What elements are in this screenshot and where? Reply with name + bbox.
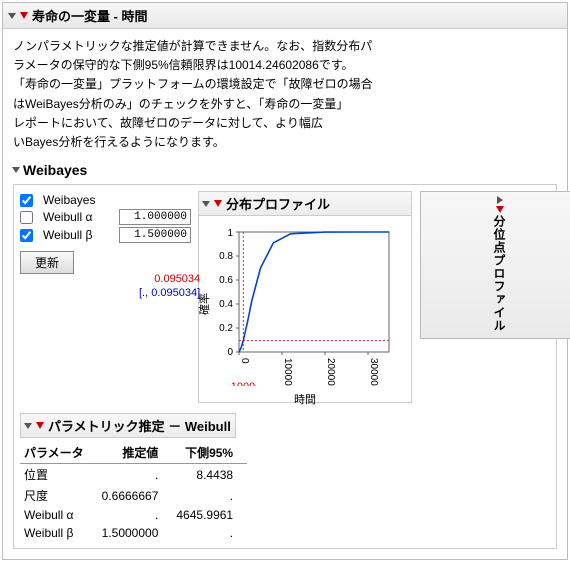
svg-text:1: 1 <box>227 228 233 239</box>
tab-quantile-profile[interactable]: 分位点プロファイル <box>420 191 570 339</box>
disclosure-icon[interactable] <box>12 167 20 173</box>
param-title: パラメトリック推定 － Weibull <box>48 416 231 435</box>
alpha-label: Weibull α <box>43 210 113 224</box>
alpha-input[interactable] <box>119 209 191 225</box>
menu-icon[interactable] <box>214 200 222 207</box>
note-block: ノンパラメトリックな推定値が計算できません。なお、指数分布パ ラメータの保守的な… <box>13 37 557 152</box>
y-axis-label: 確率 <box>196 293 212 315</box>
note-line: ノンパラメトリックな推定値が計算できません。なお、指数分布パ <box>13 37 557 56</box>
svg-text:0: 0 <box>227 347 233 358</box>
beta-checkbox[interactable] <box>20 229 33 242</box>
weibayes-block: Weibayes Weibull α Weibull β 更新 <box>13 184 557 549</box>
cdf-chart: 確率 <box>205 226 405 396</box>
chevron-right-icon <box>497 196 503 204</box>
table-row: Weibull β 1.5000000 . <box>20 524 247 542</box>
disclosure-icon[interactable] <box>8 13 16 19</box>
svg-text:30000: 30000 <box>368 358 379 386</box>
weibayes-checkbox-label: Weibayes <box>43 193 113 207</box>
alpha-checkbox[interactable] <box>20 211 33 224</box>
parametric-estimate-block: パラメトリック推定 － Weibull パラメータ 推定値 下側95% 位置 . <box>20 413 550 542</box>
menu-icon <box>496 206 504 213</box>
note-line: ラメータの保守的な下側95%信頼限界は10014.24602086です。 <box>13 56 557 75</box>
distribution-profile-panel: 分布プロファイル 0.095034 [., 0.095034] 確率 <box>198 191 412 403</box>
weibayes-section-header: Weibayes <box>13 162 557 178</box>
svg-text:1000: 1000 <box>231 381 255 386</box>
beta-input[interactable] <box>119 227 191 243</box>
disclosure-icon[interactable] <box>24 423 32 429</box>
svg-text:10000: 10000 <box>282 358 293 386</box>
profile-tabs: 分位点プロファイル ハザードプロファイル 密度プロファイル <box>420 191 570 352</box>
svg-text:0: 0 <box>239 358 250 364</box>
menu-icon[interactable] <box>36 422 44 429</box>
svg-text:20000: 20000 <box>325 358 336 386</box>
col-est: 推定値 <box>98 442 173 464</box>
svg-text:0.4: 0.4 <box>219 299 233 310</box>
panel-body: ノンパラメトリックな推定値が計算できません。なお、指数分布パ ラメータの保守的な… <box>3 29 567 559</box>
weibayes-checkbox[interactable] <box>20 194 33 207</box>
disclosure-icon[interactable] <box>202 201 210 207</box>
panel-title: 寿命の一変量 - 時間 <box>32 6 148 25</box>
col-param: パラメータ <box>20 442 98 464</box>
svg-text:0.6: 0.6 <box>219 275 233 286</box>
update-button[interactable]: 更新 <box>20 251 74 274</box>
menu-icon[interactable] <box>20 12 28 19</box>
cdf-svg: 0 0.2 0.4 0.6 0.8 1 <box>205 226 405 386</box>
table-row: 尺度 0.6666667 . <box>20 485 247 506</box>
profile-title: 分布プロファイル <box>226 194 330 213</box>
life-univariate-panel: 寿命の一変量 - 時間 ノンパラメトリックな推定値が計算できません。なお、指数分… <box>2 2 568 560</box>
note-line: レポートにおいて、故障ゼロのデータに対して、より幅広 <box>13 114 557 133</box>
profile-annotation: 0.095034 [., 0.095034] <box>139 272 200 301</box>
note-line: 「寿命の一変量」プラットフォームの環境設定で「故障ゼロの場合 <box>13 75 557 94</box>
beta-label: Weibull β <box>43 228 113 242</box>
x-axis-label: 時間 <box>205 391 405 407</box>
svg-text:0.2: 0.2 <box>219 323 233 334</box>
svg-text:0.8: 0.8 <box>219 251 233 262</box>
panel-header: 寿命の一変量 - 時間 <box>3 3 567 29</box>
note-line: いBayes分析を行えるようになります。 <box>13 133 557 152</box>
annot-value: 0.095034 <box>139 272 200 286</box>
annot-interval: [., 0.095034] <box>139 286 200 300</box>
table-row: 位置 . 8.4438 <box>20 464 247 486</box>
note-line: はWeiBayes分析のみ」のチェックを外すと、「寿命の一変量」 <box>13 95 557 114</box>
weibayes-controls: Weibayes Weibull α Weibull β 更新 <box>20 191 190 274</box>
tab-label: 分位点プロファイル <box>491 215 508 332</box>
param-table: パラメータ 推定値 下側95% 位置 . 8.4438 尺度 <box>20 442 247 542</box>
section-title-text: Weibayes <box>23 162 87 178</box>
profile-header: 分布プロファイル <box>199 192 411 216</box>
table-row: Weibull α . 4645.9961 <box>20 506 247 524</box>
col-low95: 下側95% <box>172 442 247 464</box>
